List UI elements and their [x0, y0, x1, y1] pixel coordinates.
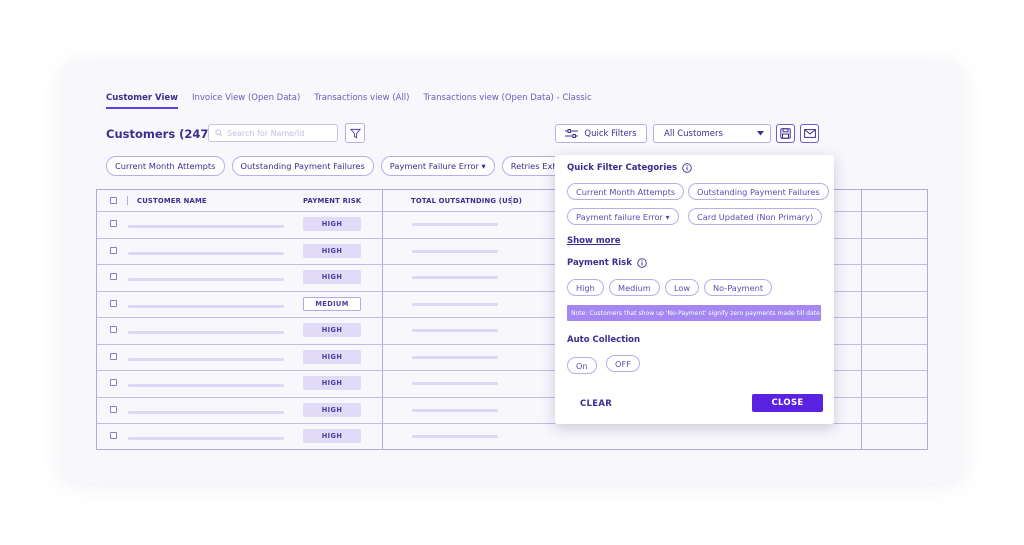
auto-collection-heading: Auto Collection [567, 335, 641, 345]
customer-select-value: All Customers [664, 128, 723, 139]
tab-transactions-view-all[interactable]: Transactions view (All) [314, 93, 409, 109]
filter-icon [349, 128, 361, 138]
row-checkbox[interactable] [110, 405, 117, 413]
no-payment-note: Note: Customers that show up 'No-Payment… [567, 305, 821, 321]
risk-option-medium[interactable]: Medium [609, 279, 660, 296]
payment-risk-heading: Payment Risk [567, 258, 647, 268]
total-outstanding-placeholder [412, 355, 498, 359]
auto-collection-on[interactable]: On [567, 357, 597, 374]
info-icon[interactable] [682, 163, 692, 173]
column-divider [382, 190, 383, 449]
col-payment-risk[interactable]: PAYMENT RISK [303, 190, 361, 211]
category-outstanding-payment-failures[interactable]: Outstanding Payment Failures [688, 183, 829, 200]
risk-option-no-payment[interactable]: No-Payment [704, 279, 773, 296]
row-checkbox[interactable] [110, 352, 117, 360]
category-card-updated[interactable]: Card Updated (Non Primary) [688, 208, 823, 225]
customer-name-placeholder [128, 304, 284, 308]
payment-risk-badge: HIGH [303, 429, 361, 444]
search-box[interactable] [208, 124, 338, 142]
row-checkbox[interactable] [110, 246, 117, 254]
save-icon [780, 128, 791, 139]
customer-name-placeholder [128, 251, 284, 255]
payment-risk-badge: HIGH [303, 402, 361, 417]
tab-customer-view[interactable]: Customer View [106, 93, 178, 109]
payment-risk-badge: HIGH [303, 243, 361, 258]
total-outstanding-placeholder [412, 435, 498, 439]
email-button[interactable] [800, 124, 819, 143]
header-separator [511, 196, 512, 205]
quick-filters-button[interactable]: Quick Filters [555, 124, 647, 143]
mail-icon [803, 129, 816, 138]
col-customer-name[interactable]: CUSTOMER NAME [137, 190, 207, 211]
payment-risk-badge: HIGH [303, 270, 361, 285]
customer-name-placeholder [128, 331, 284, 335]
customer-name-placeholder [128, 357, 284, 361]
tab-invoice-view[interactable]: Invoice View (Open Data) [192, 93, 300, 109]
customer-name-placeholder [128, 225, 284, 229]
heading-text: Payment Risk [567, 258, 632, 268]
customer-select[interactable]: All Customers [653, 124, 771, 143]
sliders-icon [565, 129, 579, 138]
row-checkbox[interactable] [110, 326, 117, 334]
total-outstanding-placeholder [412, 408, 498, 412]
quick-filter-categories-heading: Quick Filter Categories [567, 163, 692, 173]
close-button[interactable]: CLOSE [752, 394, 823, 412]
category-payment-failure-error[interactable]: Payment failure Error ▾ [567, 208, 679, 225]
row-checkbox[interactable] [110, 299, 117, 307]
heading-text: Quick Filter Categories [567, 163, 678, 173]
total-outstanding-placeholder [412, 302, 498, 306]
tab-transactions-view-classic[interactable]: Transactions view (Open Data) - Classic [423, 93, 591, 109]
payment-risk-badge: HIGH [303, 376, 361, 391]
total-outstanding-placeholder [412, 249, 498, 253]
save-button[interactable] [776, 124, 795, 143]
view-tabs: Customer View Invoice View (Open Data) T… [106, 93, 606, 109]
filter-button[interactable] [345, 123, 365, 143]
search-icon [215, 129, 223, 137]
column-divider [861, 190, 862, 449]
customer-name-placeholder [128, 410, 284, 414]
chip-current-month-attempts[interactable]: Current Month Attempts [106, 156, 225, 176]
payment-risk-badge: HIGH [303, 217, 361, 232]
customer-name-placeholder [128, 437, 284, 441]
total-outstanding-placeholder [412, 329, 498, 333]
quick-filter-popup: Quick Filter Categories Current Month At… [555, 155, 834, 424]
search-input[interactable] [227, 128, 327, 138]
total-outstanding-placeholder [412, 223, 498, 227]
risk-option-low[interactable]: Low [665, 279, 700, 296]
header-separator [127, 196, 128, 205]
payment-risk-badge: HIGH [303, 349, 361, 364]
payment-risk-badge: MEDIUM [303, 296, 361, 311]
page-title: Customers (247) [106, 127, 214, 141]
row-checkbox[interactable] [110, 379, 117, 387]
payment-risk-badge: HIGH [303, 323, 361, 338]
clear-button[interactable]: CLEAR [580, 399, 612, 409]
row-checkbox[interactable] [110, 432, 117, 440]
customer-name-placeholder [128, 384, 284, 388]
col-total-outstanding[interactable]: TOTAL OUTSATNDING (USD) [411, 190, 522, 211]
quick-filters-label: Quick Filters [584, 128, 637, 139]
row-checkbox[interactable] [110, 273, 117, 281]
chip-payment-failure-error[interactable]: Payment Failure Error ▾ [380, 156, 495, 176]
row-checkbox[interactable] [110, 220, 117, 228]
total-outstanding-placeholder [412, 382, 498, 386]
show-more-link[interactable]: Show more [567, 236, 620, 246]
auto-collection-off[interactable]: OFF [606, 355, 640, 372]
total-outstanding-placeholder [412, 276, 498, 280]
chip-outstanding-payment-failures[interactable]: Outstanding Payment Failures [231, 156, 374, 176]
risk-option-high[interactable]: High [567, 279, 604, 296]
select-all-checkbox[interactable] [110, 197, 117, 204]
info-icon[interactable] [637, 258, 647, 268]
caret-down-icon [757, 131, 764, 136]
customer-name-placeholder [128, 278, 284, 282]
filter-chips: Current Month Attempts Outstanding Payme… [106, 156, 588, 176]
category-current-month-attempts[interactable]: Current Month Attempts [567, 183, 685, 200]
